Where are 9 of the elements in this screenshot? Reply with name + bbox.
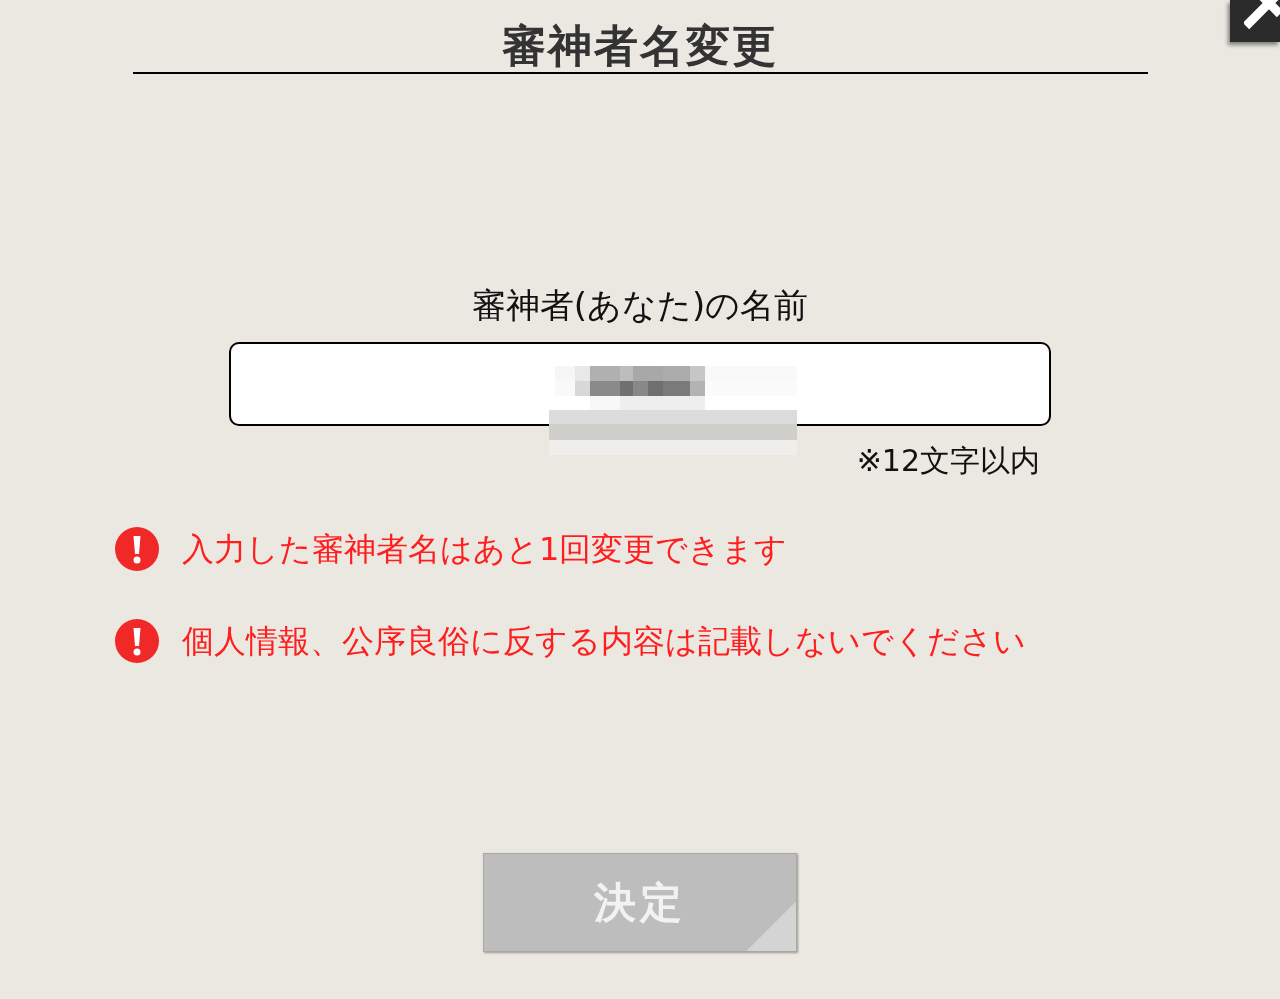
warning-message: 個人情報、公序良俗に反する内容は記載しないでください	[182, 621, 1026, 661]
warning-icon	[115, 527, 159, 571]
close-icon	[1244, 0, 1280, 30]
warning-message: 入力した審神者名はあと1回変更できます	[182, 529, 788, 569]
field-label: 審神者(あなた)の名前	[471, 285, 809, 325]
warning-icon	[115, 619, 159, 663]
dialog-title: 審神者名変更	[502, 22, 778, 70]
close-button[interactable]	[1230, 0, 1280, 42]
character-limit-note: ※12文字以内	[856, 443, 1040, 479]
